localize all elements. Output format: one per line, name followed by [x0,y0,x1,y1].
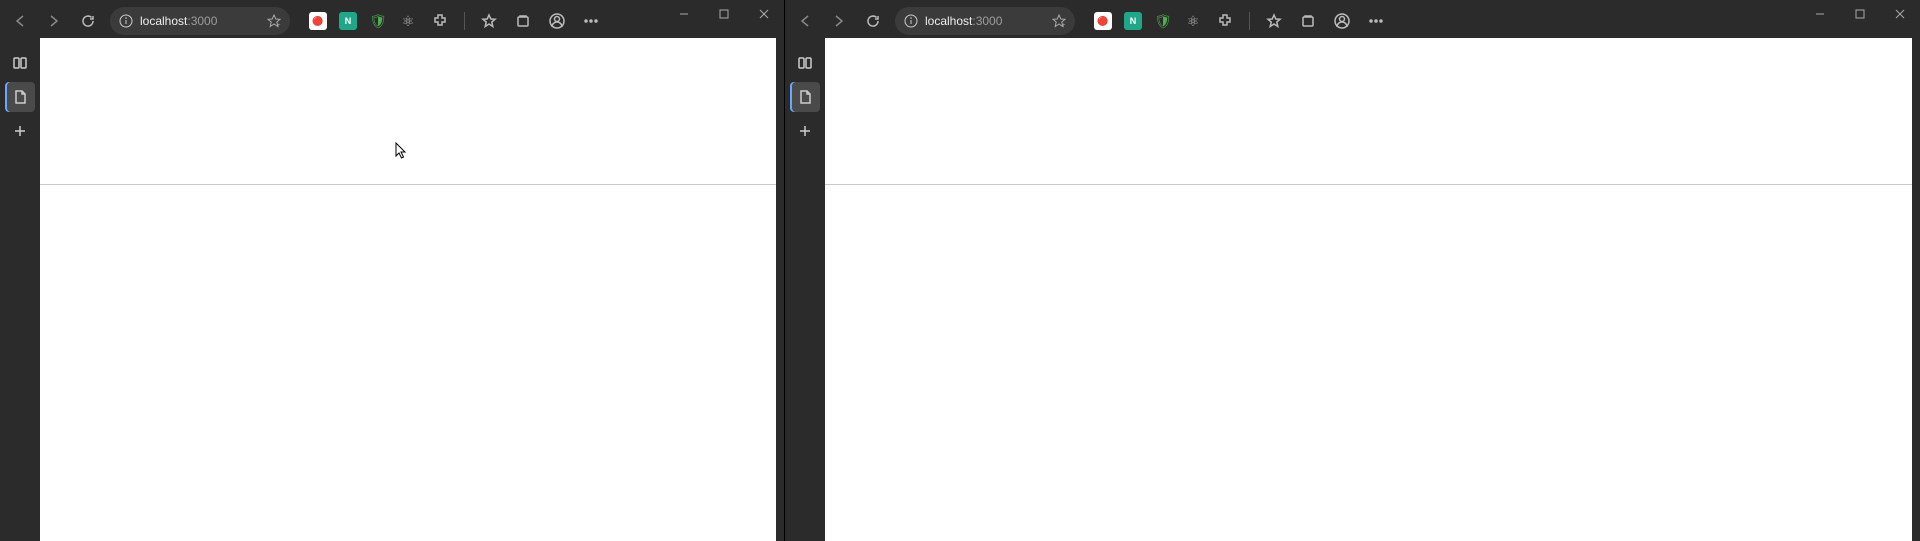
favorites-bar-icon[interactable] [473,6,505,36]
address-bar[interactable]: localhost:3000 + [895,7,1075,35]
content-top-band[interactable] [825,38,1912,184]
address-bar[interactable]: localhost:3000 + [110,7,290,35]
back-button[interactable] [789,6,821,36]
extension-shield-icon[interactable]: 🛡 [364,7,392,35]
collections-icon[interactable] [1292,6,1324,36]
reload-button[interactable] [72,6,104,36]
forward-button[interactable] [823,6,855,36]
window-controls [1800,0,1920,28]
tab-page[interactable] [5,82,35,112]
browser-toolbar: localhost:3000 + 🔴 N 🛡 ⚛ [785,0,1920,38]
close-button[interactable] [1880,0,1920,28]
address-text: localhost:3000 [925,14,1002,28]
content-top-band[interactable] [40,38,776,184]
browser-window-right: localhost:3000 + 🔴 N 🛡 ⚛ [785,0,1920,541]
browser-window-left: localhost:3000 + 🔴 N 🛡 ⚛ [0,0,784,541]
content-bottom-area[interactable] [40,185,776,541]
tab-page[interactable] [790,82,820,112]
extension-shield-icon[interactable]: 🛡 [1149,7,1177,35]
maximize-button[interactable] [1840,0,1880,28]
new-tab-button[interactable] [5,116,35,146]
extension-2-icon[interactable]: N [334,7,362,35]
tab-actions-button[interactable] [5,48,35,78]
extension-2-icon[interactable]: N [1119,7,1147,35]
profile-icon[interactable] [1326,6,1358,36]
page-content [40,38,776,541]
back-button[interactable] [4,6,36,36]
extension-react-icon[interactable]: ⚛ [394,7,422,35]
svg-text:+: + [277,23,281,28]
profile-icon[interactable] [541,6,573,36]
extensions-menu-icon[interactable] [1209,6,1241,36]
mouse-cursor-icon [395,142,407,160]
page-content [825,38,1912,541]
minimize-button[interactable] [664,0,704,28]
extension-1-icon[interactable]: 🔴 [304,7,332,35]
more-menu-icon[interactable] [575,6,607,36]
vertical-tab-bar [785,38,825,541]
tab-actions-button[interactable] [790,48,820,78]
new-tab-button[interactable] [790,116,820,146]
svg-text:+: + [1062,23,1066,28]
minimize-button[interactable] [1800,0,1840,28]
window-controls [664,0,784,28]
extension-1-icon[interactable]: 🔴 [1089,7,1117,35]
favorite-icon[interactable]: + [1051,13,1067,29]
toolbar-separator [1249,12,1250,30]
vertical-tab-bar [0,38,40,541]
forward-button[interactable] [38,6,70,36]
toolbar-separator [464,12,465,30]
collections-icon[interactable] [507,6,539,36]
extensions-menu-icon[interactable] [424,6,456,36]
more-menu-icon[interactable] [1360,6,1392,36]
address-text: localhost:3000 [140,14,217,28]
maximize-button[interactable] [704,0,744,28]
content-bottom-area[interactable] [825,185,1912,541]
site-info-icon[interactable] [118,13,134,29]
favorite-icon[interactable]: + [266,13,282,29]
site-info-icon[interactable] [903,13,919,29]
favorites-bar-icon[interactable] [1258,6,1290,36]
reload-button[interactable] [857,6,889,36]
close-button[interactable] [744,0,784,28]
extension-react-icon[interactable]: ⚛ [1179,7,1207,35]
